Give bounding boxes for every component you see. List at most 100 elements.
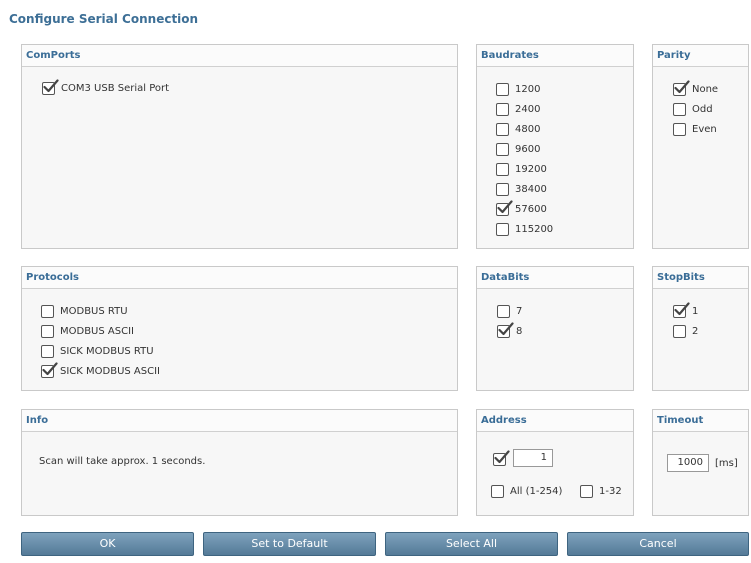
databits-option[interactable]: 7 (497, 305, 522, 318)
parity-header: Parity (653, 45, 748, 67)
checkbox-label: None (692, 84, 719, 95)
info-header: Info (22, 410, 457, 432)
checkbox[interactable] (673, 103, 686, 116)
checkbox[interactable] (496, 223, 509, 236)
baudrate-option[interactable]: 2400 (496, 103, 540, 116)
parity-option[interactable]: Even (673, 123, 717, 136)
baudrate-option[interactable]: 9600 (496, 143, 540, 156)
address-all-option[interactable]: All (1-254) (491, 485, 562, 498)
baudrate-option[interactable]: 1200 (496, 83, 540, 96)
parity-panel: Parity None Odd Even (652, 44, 749, 249)
checkbox-label: 2 (692, 326, 699, 337)
protocol-option[interactable]: MODBUS ASCII (41, 325, 134, 338)
set-to-default-button[interactable]: Set to Default (203, 532, 376, 556)
baudrate-option[interactable]: 4800 (496, 123, 540, 136)
checkbox[interactable] (496, 163, 509, 176)
checkbox[interactable] (42, 79, 59, 95)
checkbox[interactable] (497, 305, 510, 318)
checkbox-label: 115200 (515, 224, 554, 235)
checkbox[interactable] (496, 143, 509, 156)
checkbox-label: 8 (516, 326, 523, 337)
checkbox[interactable] (496, 103, 509, 116)
address-range-option[interactable]: 1-32 (580, 485, 622, 498)
stopbits-panel: StopBits 1 2 (652, 266, 749, 391)
checkbox[interactable] (496, 123, 509, 136)
check-icon (43, 79, 59, 93)
select-all-button[interactable]: Select All (385, 532, 558, 556)
baudrates-header: Baudrates (477, 45, 633, 67)
databits-option[interactable]: 8 (497, 322, 523, 338)
check-icon (674, 302, 690, 316)
timeout-input[interactable]: 1000 (667, 454, 709, 472)
checkbox[interactable] (491, 485, 504, 498)
checkbox[interactable] (496, 183, 509, 196)
ok-button[interactable]: OK (21, 532, 194, 556)
address-panel: Address 1 All (1-254) 1-32 (476, 409, 634, 516)
comports-panel: ComPorts COM3 USB Serial Port (21, 44, 458, 249)
checkbox-label: SICK MODBUS RTU (60, 346, 154, 357)
baudrate-option[interactable]: 57600 (496, 200, 547, 216)
protocols-header: Protocols (22, 267, 457, 289)
checkbox[interactable] (41, 305, 54, 318)
check-icon (494, 450, 510, 464)
checkbox-label: COM3 USB Serial Port (61, 83, 170, 94)
checkbox-label: MODBUS ASCII (60, 326, 134, 337)
checkbox[interactable] (496, 200, 513, 216)
checkbox-label: All (1-254) (510, 486, 563, 497)
checkbox[interactable] (673, 302, 690, 318)
checkbox-label: 57600 (515, 204, 547, 215)
checkbox[interactable] (673, 325, 686, 338)
databits-panel: DataBits 7 8 (476, 266, 634, 391)
dialog-title: Configure Serial Connection (9, 12, 199, 26)
baudrate-option[interactable]: 115200 (496, 223, 553, 236)
checkbox[interactable] (41, 345, 54, 358)
checkbox[interactable] (580, 485, 593, 498)
protocol-option[interactable]: MODBUS RTU (41, 305, 128, 318)
checkbox-label: 1-32 (599, 486, 622, 497)
checkbox[interactable] (673, 123, 686, 136)
checkbox-label: 1 (692, 306, 699, 317)
checkbox[interactable] (493, 450, 510, 466)
baudrate-option[interactable]: 19200 (496, 163, 547, 176)
baudrate-option[interactable]: 38400 (496, 183, 547, 196)
checkbox[interactable] (41, 362, 58, 378)
checkbox[interactable] (496, 83, 509, 96)
check-icon (674, 80, 690, 94)
check-icon (498, 322, 514, 336)
check-icon (497, 200, 513, 214)
checkbox[interactable] (497, 322, 514, 338)
checkbox-label: 4800 (515, 124, 541, 135)
stopbits-header: StopBits (653, 267, 748, 289)
protocols-panel: Protocols MODBUS RTU MODBUS ASCII SICK M… (21, 266, 458, 391)
checkbox-label: 7 (516, 306, 523, 317)
checkbox-label: 38400 (515, 184, 547, 195)
protocol-option[interactable]: SICK MODBUS ASCII (41, 362, 160, 378)
info-panel: Info Scan will take approx. 1 seconds. (21, 409, 458, 516)
stopbits-option[interactable]: 1 (673, 302, 699, 318)
comports-header: ComPorts (22, 45, 457, 67)
checkbox-label: SICK MODBUS ASCII (60, 366, 160, 377)
timeout-panel: Timeout 1000 [ms] (652, 409, 749, 516)
checkbox-label: Odd (692, 104, 713, 115)
checkbox-label: 1200 (515, 84, 541, 95)
checkbox-label: 19200 (515, 164, 547, 175)
protocol-option[interactable]: SICK MODBUS RTU (41, 345, 154, 358)
checkbox[interactable] (41, 325, 54, 338)
stopbits-option[interactable]: 2 (673, 325, 698, 338)
check-icon (42, 362, 58, 376)
parity-option[interactable]: Odd (673, 103, 713, 116)
address-single-option[interactable] (493, 450, 512, 466)
cancel-button[interactable]: Cancel (567, 532, 749, 556)
parity-option[interactable]: None (673, 80, 719, 96)
comport-com3[interactable]: COM3 USB Serial Port (42, 79, 170, 95)
checkbox-label: 2400 (515, 104, 541, 115)
address-input[interactable]: 1 (513, 449, 553, 467)
checkbox-label: MODBUS RTU (60, 306, 128, 317)
databits-header: DataBits (477, 267, 633, 289)
scan-info-text: Scan will take approx. 1 seconds. (39, 456, 206, 467)
checkbox-label: Even (692, 124, 717, 135)
address-header: Address (477, 410, 633, 432)
baudrates-panel: Baudrates 1200 2400 4800 9600 19200 3840… (476, 44, 634, 249)
checkbox[interactable] (673, 80, 690, 96)
checkbox-label: 9600 (515, 144, 541, 155)
